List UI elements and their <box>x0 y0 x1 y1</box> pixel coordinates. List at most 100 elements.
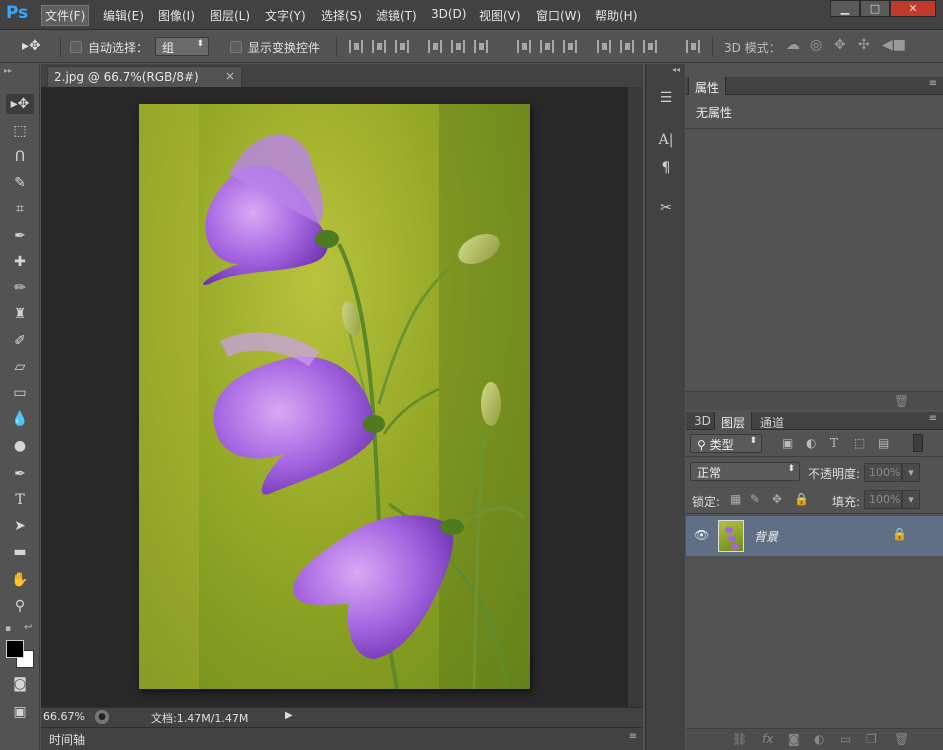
menu-filter[interactable]: 滤镜(T) <box>376 7 417 24</box>
status-info-icon[interactable]: ● <box>95 710 109 724</box>
3d-rotate-icon[interactable]: ☁ <box>786 37 800 53</box>
menu-window[interactable]: 窗口(W) <box>536 7 581 24</box>
tab-properties[interactable]: 属性 <box>688 77 727 95</box>
rectangle-tool-icon[interactable]: ▬ <box>10 542 30 562</box>
menu-type[interactable]: 文字(Y) <box>265 7 306 24</box>
filter-pixel-icon[interactable]: ▣ <box>782 436 793 450</box>
filter-toggle[interactable] <box>913 434 923 452</box>
fill-arrow-icon[interactable]: ▾ <box>902 490 920 509</box>
align-hcenter-icon[interactable] <box>451 40 465 53</box>
quick-select-tool-icon[interactable]: ✎ <box>10 173 30 193</box>
zoom-tool-icon[interactable]: ⚲ <box>10 596 30 616</box>
pen-tool-icon[interactable]: ✒ <box>10 464 30 484</box>
panel-menu-icon[interactable]: ≡ <box>929 78 937 89</box>
layer-row[interactable]: 👁 背景 🔒 <box>686 516 943 556</box>
character-panel-icon[interactable]: A| <box>654 132 678 152</box>
lock-image-icon[interactable]: ✎ <box>750 492 760 506</box>
menu-edit[interactable]: 编辑(E) <box>103 7 144 24</box>
tab-3d[interactable]: 3D <box>688 412 717 430</box>
type-tool-icon[interactable]: T <box>10 490 30 510</box>
lock-all-icon[interactable]: 🔒 <box>794 492 809 506</box>
expand-icon[interactable]: ◂◂ <box>672 65 680 74</box>
menu-image[interactable]: 图像(I) <box>158 7 195 24</box>
align-right-icon[interactable] <box>474 40 488 53</box>
filter-type-icon[interactable]: T <box>830 436 838 450</box>
distribute-hcenter-icon[interactable] <box>620 40 634 53</box>
panel-menu-icon[interactable]: ≡ <box>629 731 637 742</box>
tool-presets-icon[interactable]: ✂ <box>654 200 678 220</box>
tab-layers[interactable]: 图层 <box>714 412 753 430</box>
canvas-area[interactable] <box>41 87 628 707</box>
default-colors-icon[interactable]: ▪ <box>5 624 11 634</box>
tab-channels[interactable]: 通道 <box>754 412 790 430</box>
distribute-vcenter-icon[interactable] <box>540 40 554 53</box>
trash-icon[interactable]: 🗑 <box>894 394 909 408</box>
panel-menu-icon[interactable]: ≡ <box>929 413 937 424</box>
history-panel-icon[interactable]: ☰ <box>654 90 678 110</box>
menu-file[interactable]: 文件(F) <box>41 5 90 26</box>
zoom-level[interactable]: 66.67% <box>43 710 85 723</box>
distribute-top-icon[interactable] <box>517 40 531 53</box>
auto-select-checkbox[interactable] <box>70 41 82 53</box>
crop-tool-icon[interactable]: ⌗ <box>10 199 30 219</box>
filter-kind-dropdown[interactable]: ⚲ 类型 ⬍ <box>690 434 762 453</box>
layer-style-icon[interactable]: fx <box>762 732 773 746</box>
3d-roll-icon[interactable]: ◎ <box>810 37 822 53</box>
delete-layer-icon[interactable]: 🗑 <box>894 732 909 746</box>
hand-tool-icon[interactable]: ✋ <box>10 570 30 590</box>
timeline-tab[interactable]: 时间轴 <box>49 731 85 748</box>
lock-transparent-icon[interactable]: ▦ <box>730 492 741 506</box>
menu-3d[interactable]: 3D(D) <box>431 7 466 21</box>
eye-icon[interactable]: 👁 <box>694 528 709 542</box>
brush-tool-icon[interactable]: ✏ <box>10 278 30 298</box>
filter-smart-object-icon[interactable]: ▤ <box>878 436 889 450</box>
new-layer-icon[interactable]: ❐ <box>866 732 877 746</box>
swap-colors-icon[interactable]: ↩ <box>24 622 32 633</box>
close-tab-icon[interactable]: × <box>225 69 235 83</box>
distribute-right-icon[interactable] <box>643 40 657 53</box>
align-left-icon[interactable] <box>428 40 442 53</box>
minimize-button[interactable]: ▁ <box>830 0 860 17</box>
history-brush-tool-icon[interactable]: ✐ <box>10 331 30 351</box>
dodge-tool-icon[interactable]: ● <box>10 436 30 456</box>
paragraph-panel-icon[interactable]: ¶ <box>654 160 678 180</box>
status-menu-arrow-icon[interactable]: ▶ <box>285 710 293 721</box>
close-button[interactable]: ✕ <box>890 0 936 17</box>
quick-mask-icon[interactable]: ◙ <box>10 674 30 694</box>
lock-position-icon[interactable]: ✥ <box>772 492 782 506</box>
adjustment-layer-icon[interactable]: ◐ <box>814 732 824 746</box>
auto-select-dropdown[interactable]: 组 ⬍ <box>155 37 209 56</box>
eraser-tool-icon[interactable]: ▱ <box>10 357 30 377</box>
align-top-icon[interactable] <box>349 40 363 53</box>
menu-help[interactable]: 帮助(H) <box>595 7 637 24</box>
blur-tool-icon[interactable]: 💧 <box>10 409 30 429</box>
3d-slide-icon[interactable]: ✣ <box>858 37 870 53</box>
filter-adjustment-icon[interactable]: ◐ <box>806 436 816 450</box>
marquee-tool-icon[interactable]: ⬚ <box>10 121 30 141</box>
move-tool-icon[interactable]: ▸✥ <box>6 94 34 114</box>
blend-mode-dropdown[interactable]: 正常 ⬍ <box>690 462 800 481</box>
3d-scale-icon[interactable]: ◀■ <box>882 37 906 53</box>
lasso-tool-icon[interactable]: ᑎ <box>10 147 30 167</box>
foreground-color-swatch[interactable] <box>6 640 24 658</box>
show-transform-checkbox[interactable] <box>230 41 242 53</box>
distribute-left-icon[interactable] <box>597 40 611 53</box>
menu-layer[interactable]: 图层(L) <box>210 7 250 24</box>
healing-brush-tool-icon[interactable]: ✚ <box>10 252 30 272</box>
collapse-icon[interactable]: ▸▸ <box>4 66 12 75</box>
auto-align-icon[interactable] <box>686 40 700 53</box>
clone-stamp-tool-icon[interactable]: ♜ <box>10 304 30 324</box>
opacity-field[interactable]: 100% <box>864 463 902 482</box>
distribute-bottom-icon[interactable] <box>563 40 577 53</box>
screen-mode-icon[interactable]: ▣ <box>10 702 30 722</box>
filter-shape-icon[interactable]: ⬚ <box>854 436 865 450</box>
move-tool-preset-icon[interactable]: ▸✥ <box>22 38 41 54</box>
fill-field[interactable]: 100% <box>864 490 902 509</box>
gradient-tool-icon[interactable]: ▭ <box>10 383 30 403</box>
menu-select[interactable]: 选择(S) <box>321 7 362 24</box>
menu-view[interactable]: 视图(V) <box>479 7 521 24</box>
vertical-scrollbar[interactable] <box>628 87 643 707</box>
eyedropper-tool-icon[interactable]: ✒ <box>10 226 30 246</box>
path-selection-tool-icon[interactable]: ➤ <box>10 516 30 536</box>
document-tab[interactable]: 2.jpg @ 66.7%(RGB/8#) × <box>47 66 242 87</box>
